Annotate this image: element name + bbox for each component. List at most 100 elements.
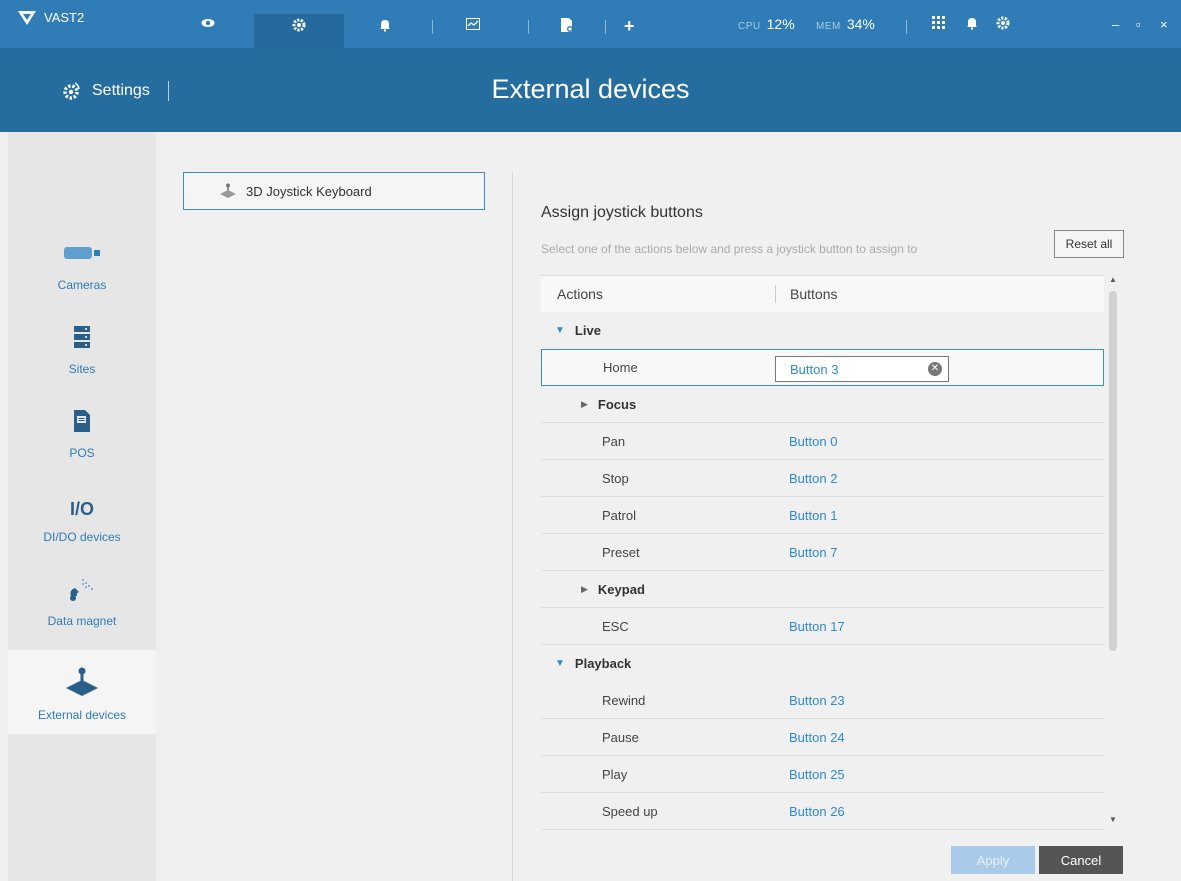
mem-usage: MEM 34% — [816, 16, 875, 32]
assigned-button: Button 2 — [789, 470, 838, 486]
column-header-actions: Actions — [557, 286, 603, 302]
bell-icon — [380, 20, 390, 32]
group-row-live[interactable]: ▼ Live — [541, 312, 1104, 349]
gear-icon — [996, 16, 1010, 30]
settings-sidebar: Cameras Sites POS I/O DI/DO devices Data… — [8, 132, 156, 881]
table-row[interactable]: Speed up Button 26 — [541, 793, 1104, 830]
subgroup-label: Keypad — [597, 581, 645, 597]
file-export-icon — [561, 18, 573, 32]
assign-subtitle: Select one of the actions below and pres… — [541, 242, 918, 256]
app-window: VAST2 + CPU 12% MEM 34% – ▫ × Settings E… — [0, 0, 1181, 881]
mem-label: MEM — [816, 21, 841, 32]
action-label: Speed up — [602, 803, 658, 819]
bell-icon — [967, 18, 977, 30]
scroll-up-icon[interactable]: ▲ — [1109, 275, 1117, 284]
cpu-usage: CPU 12% — [738, 16, 795, 32]
device-list-item[interactable]: 3D Joystick Keyboard — [183, 172, 485, 210]
table-row[interactable]: Preset Button 7 — [541, 534, 1104, 571]
grid-button[interactable] — [932, 16, 945, 34]
io-icon: I/O — [69, 499, 94, 519]
sidebar-item-label: Cameras — [57, 278, 107, 292]
table-row[interactable]: Home Button 3 ✕ — [541, 349, 1104, 386]
page-title: External devices — [491, 74, 690, 104]
tab-alarms[interactable] — [370, 14, 400, 48]
cpu-label: CPU — [738, 21, 761, 32]
sidebar-item-pos[interactable]: POS — [8, 388, 156, 472]
tab-divider — [605, 20, 606, 34]
group-row-playback[interactable]: ▼ Playback — [541, 645, 1104, 682]
device-name: 3D Joystick Keyboard — [246, 183, 372, 199]
grid-icon — [932, 16, 945, 29]
assigned-button: Button 23 — [789, 692, 845, 708]
action-label: Pan — [602, 433, 626, 449]
action-label: Preset — [602, 544, 640, 560]
vivotek-logo-icon — [18, 10, 36, 25]
add-tab-button[interactable]: + — [624, 16, 635, 37]
action-label: Pause — [602, 729, 639, 745]
reset-all-button[interactable]: Reset all — [1054, 230, 1124, 258]
sidebar-item-data-magnet[interactable]: Data magnet — [8, 556, 156, 640]
table-scrollbar[interactable]: ▲ ▼ — [1109, 275, 1117, 855]
group-label: Playback — [574, 656, 632, 671]
collapsed-triangle-icon: ▶ — [581, 398, 588, 409]
subgroup-row-keypad[interactable]: ▶ Keypad — [541, 571, 1104, 608]
receipt-icon — [74, 406, 90, 436]
notifications-button[interactable] — [966, 16, 978, 35]
monitor-chart-icon — [466, 18, 480, 30]
server-icon — [74, 322, 90, 352]
collapsed-triangle-icon: ▶ — [581, 583, 588, 594]
table-row[interactable]: Stop Button 2 — [541, 460, 1104, 497]
joystick-icon — [220, 183, 236, 198]
assigned-button: Button 17 — [789, 618, 845, 634]
tab-divider — [528, 20, 529, 34]
table-row[interactable]: Pause Button 24 — [541, 719, 1104, 756]
table-row[interactable]: Pan Button 0 — [541, 423, 1104, 460]
table-header: Actions Buttons — [541, 275, 1104, 312]
sidebar-item-sites[interactable]: Sites — [8, 304, 156, 388]
assigned-button: Button 26 — [789, 803, 845, 819]
action-label: Rewind — [602, 692, 646, 708]
assign-title: Assign joystick buttons — [541, 204, 703, 221]
assigned-button: Button 25 — [789, 766, 845, 782]
column-header-buttons: Buttons — [775, 285, 837, 303]
table-row[interactable]: Rewind Button 23 — [541, 682, 1104, 719]
action-label: Home — [603, 360, 638, 375]
group-label: Live — [574, 323, 601, 338]
sidebar-item-cameras[interactable]: Cameras — [8, 220, 156, 304]
sidebar-item-external-devices[interactable]: External devices — [8, 650, 156, 734]
tab-settings[interactable] — [254, 14, 344, 48]
action-label: Play — [602, 766, 628, 782]
sidebar-item-dido[interactable]: I/O DI/DO devices — [8, 472, 156, 556]
main-content: 3D Joystick Keyboard Assign joystick but… — [156, 132, 1181, 881]
table-row[interactable]: ESC Button 17 — [541, 608, 1104, 645]
system-settings-button[interactable] — [996, 16, 1010, 35]
cancel-button[interactable]: Cancel — [1039, 846, 1123, 874]
expanded-triangle-icon: ▼ — [555, 325, 565, 336]
page-header: Settings External devices — [0, 48, 1181, 132]
gear-icon — [292, 18, 306, 32]
clear-icon[interactable]: ✕ — [928, 362, 942, 376]
close-button[interactable]: × — [1160, 17, 1168, 32]
mem-value: 34% — [846, 16, 875, 32]
scroll-down-icon[interactable]: ▼ — [1109, 815, 1117, 824]
apply-button[interactable]: Apply — [951, 846, 1035, 874]
eye-icon — [201, 19, 215, 27]
table-row[interactable]: Play Button 25 — [541, 756, 1104, 793]
maximize-button[interactable]: ▫ — [1136, 17, 1141, 32]
action-label: Stop — [602, 470, 629, 486]
tab-export[interactable] — [552, 14, 582, 48]
tab-divider — [432, 20, 433, 34]
app-name: VAST2 — [44, 10, 85, 25]
sidebar-item-label: Sites — [68, 362, 96, 376]
table-row[interactable]: Patrol Button 1 — [541, 497, 1104, 534]
subgroup-row-focus[interactable]: ▶ Focus — [541, 386, 1104, 423]
scrollbar-thumb[interactable] — [1109, 291, 1117, 651]
assigned-button: Button 0 — [789, 433, 838, 449]
panel-divider — [512, 172, 513, 881]
sidebar-item-label: Data magnet — [47, 614, 117, 628]
button-assignment-input[interactable]: Button 3 ✕ — [775, 356, 949, 382]
tab-liveview[interactable] — [186, 14, 230, 48]
camera-icon — [64, 238, 100, 268]
tab-monitor[interactable] — [458, 14, 488, 48]
minimize-button[interactable]: – — [1112, 17, 1119, 32]
